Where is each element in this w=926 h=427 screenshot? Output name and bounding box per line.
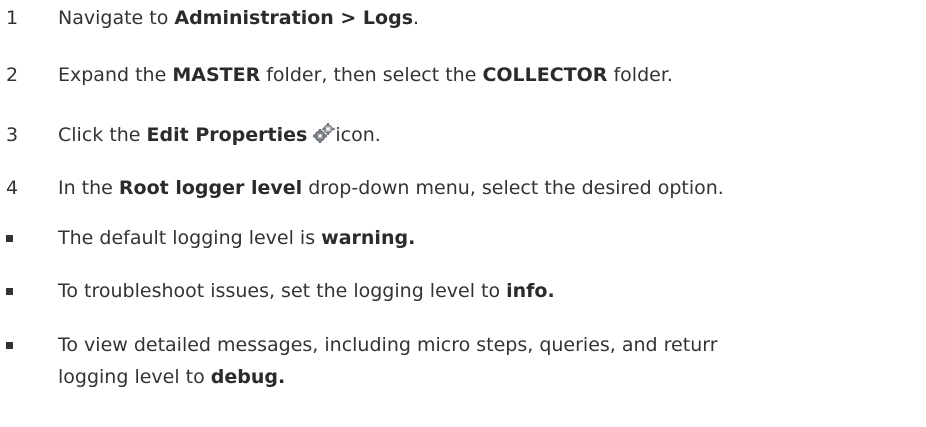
bullet-text: The default logging level is warning.: [58, 225, 415, 251]
step-number: 1: [6, 7, 19, 29]
step-text-part: Navigate to: [58, 7, 175, 29]
step-text: In the Root logger level drop-down menu,…: [58, 175, 724, 201]
bullet-text: To troubleshoot issues, set the logging …: [58, 278, 555, 304]
step-number: 2: [6, 64, 19, 86]
step-text-part: folder, then select the: [260, 64, 483, 86]
step-text-part: Click the: [58, 124, 147, 146]
gear-icon: [313, 123, 335, 150]
step-text: Expand the MASTER folder, then select th…: [58, 62, 673, 88]
root-logger-level-label: Root logger level: [118, 177, 303, 199]
bullet-text-line-2: logging level to debug.: [58, 364, 285, 390]
step-number: 4: [6, 177, 19, 199]
step-text-part: .: [413, 7, 420, 29]
instructions-document: 1 Navigate to Administration > Logs. 2 E…: [0, 0, 926, 427]
folder-name-master: MASTER: [172, 64, 261, 86]
bullet-text-part: logging level to: [58, 366, 211, 388]
step-text-part: icon.: [335, 124, 381, 146]
step-text-part: In the: [58, 177, 119, 199]
step-text-part: Expand the: [58, 64, 173, 86]
step-number: 3: [6, 124, 19, 146]
step-text-part: folder.: [607, 64, 673, 86]
folder-name-collector: COLLECTOR: [482, 64, 608, 86]
menu-path: Administration > Logs: [174, 7, 414, 29]
bullet-marker: [6, 288, 13, 295]
bullet-text-line-1: To view detailed messages, including mic…: [58, 334, 718, 356]
level-warning: warning.: [321, 227, 416, 249]
edit-properties-label: Edit Properties: [146, 124, 308, 146]
step-text: Navigate to Administration > Logs.: [58, 5, 419, 31]
level-info: info.: [506, 280, 555, 302]
bullet-text-part: The default logging level is: [58, 227, 322, 249]
step-text-part: drop-down menu, select the desired optio…: [302, 177, 724, 199]
level-debug: debug.: [210, 366, 286, 388]
bullet-marker: [6, 342, 13, 349]
bullet-text-part: To troubleshoot issues, set the logging …: [58, 280, 507, 302]
bullet-marker: [6, 235, 13, 242]
step-text: Click the Edit Properties icon.: [58, 122, 381, 150]
